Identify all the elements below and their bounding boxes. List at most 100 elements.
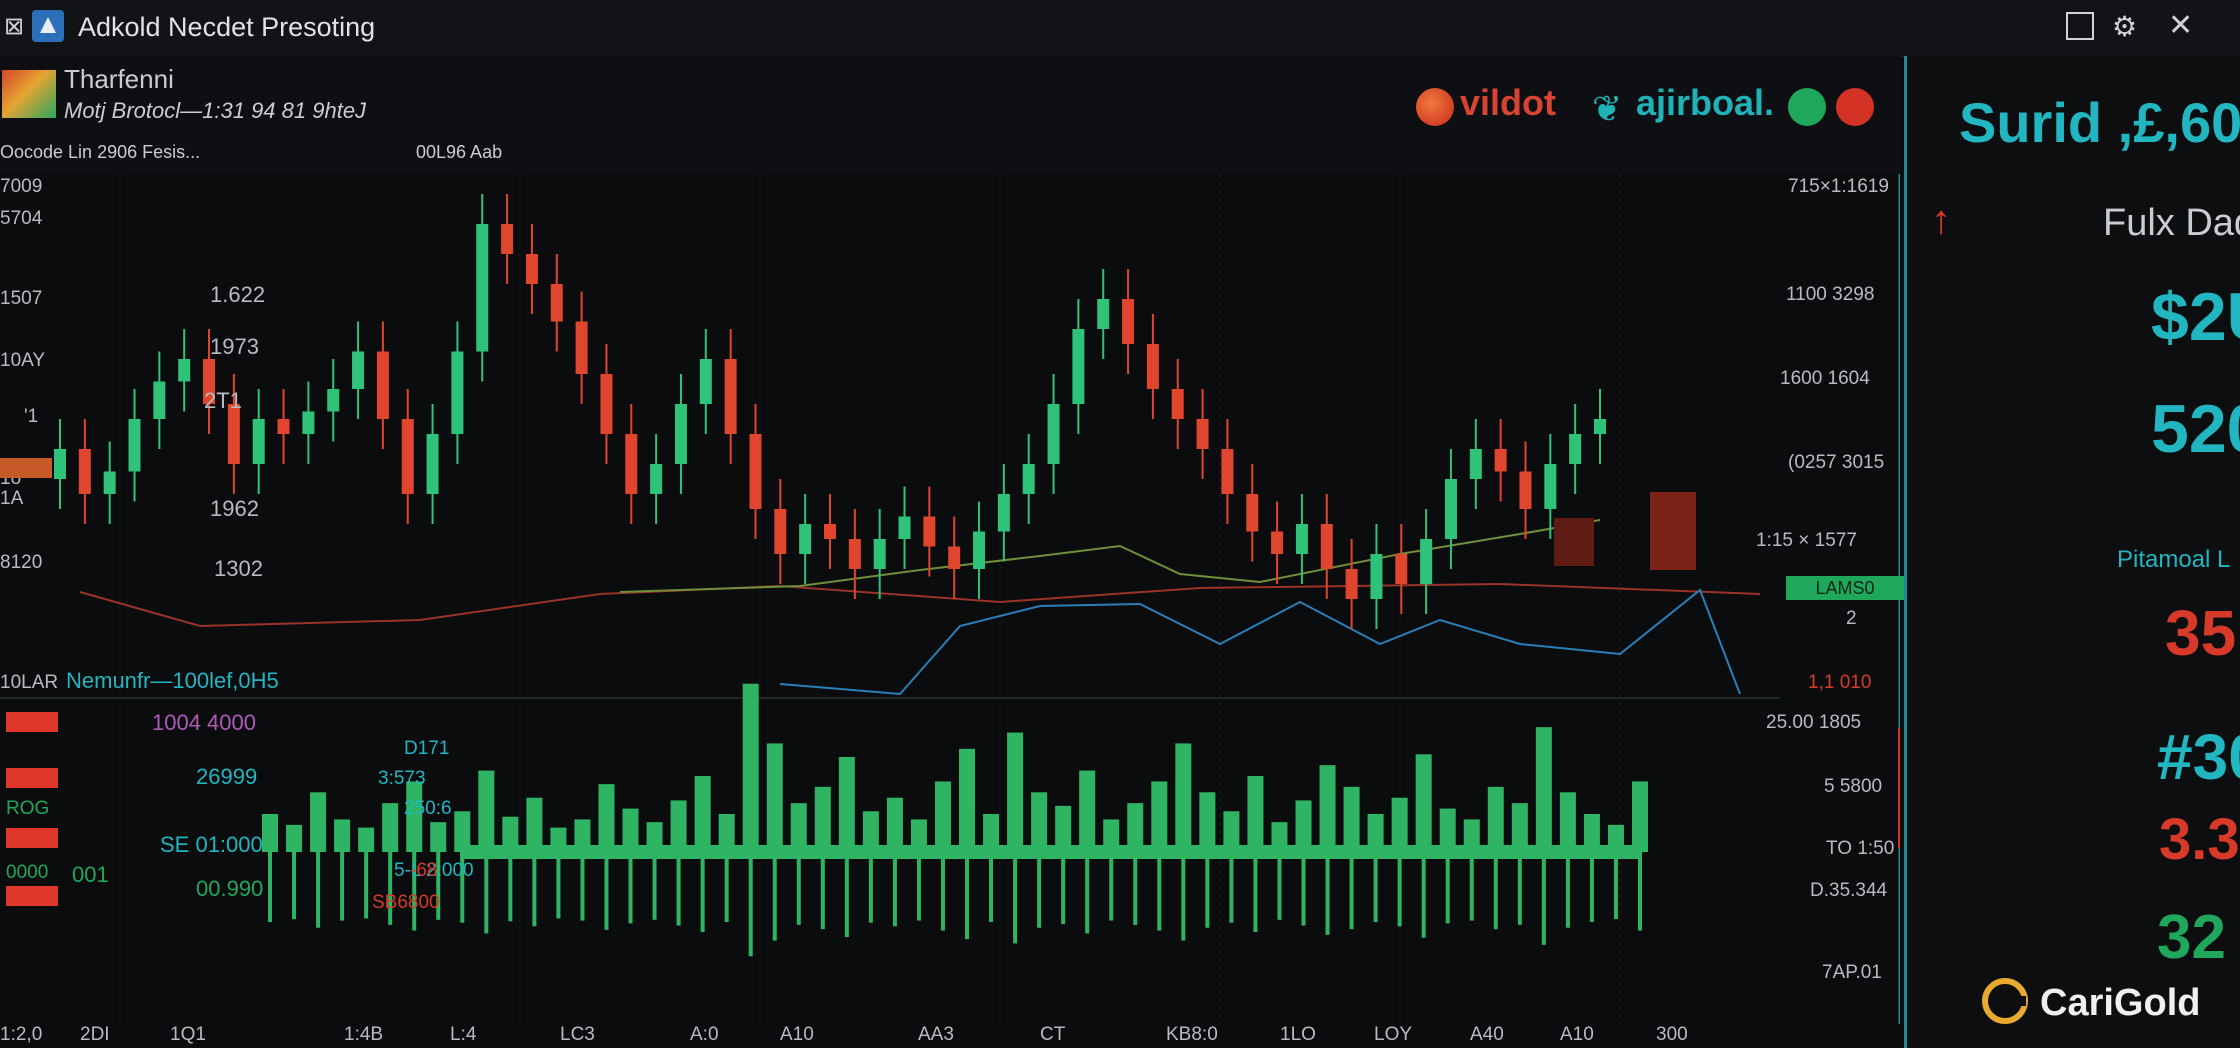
candle-body — [948, 546, 961, 569]
candle-body — [650, 464, 663, 494]
price-tag — [0, 458, 52, 478]
candle-body — [1370, 554, 1383, 599]
price-chart[interactable] — [0, 174, 1900, 1024]
candle-body — [973, 531, 986, 569]
candles — [54, 194, 1606, 629]
panel-value-1: $2U — [2151, 279, 2240, 355]
symbol-name: Tharfenni — [64, 64, 174, 94]
candle-body — [1569, 434, 1582, 464]
candle-body — [178, 359, 191, 382]
volume-bar — [886, 797, 903, 852]
left-axis-label: 5704 — [0, 208, 43, 229]
volume-bar — [1247, 776, 1264, 852]
left-tag-label: 0000 — [6, 862, 49, 883]
volume-bar-negative — [1349, 852, 1354, 930]
right-axis-red-marker — [1898, 728, 1900, 848]
x-axis-label: AA3 — [918, 1024, 954, 1045]
volume-bar — [1415, 754, 1432, 852]
candle-body — [327, 389, 340, 412]
volume-bar-negative — [724, 852, 729, 922]
volume-bar-negative — [292, 852, 297, 920]
candle-body — [997, 494, 1010, 532]
close-icon[interactable]: ✕ — [2168, 8, 2193, 43]
volume-bar — [1511, 803, 1528, 852]
volume-bar-negative — [1181, 852, 1186, 941]
candle-body — [302, 411, 315, 434]
right-axis-label: 2 — [1846, 608, 1857, 629]
x-axis-label: 2DI — [80, 1024, 110, 1045]
candle-body — [1047, 404, 1060, 464]
settings-icon[interactable]: ⚙ — [2112, 10, 2137, 43]
volume-bar — [718, 814, 735, 852]
volume-bar-negative — [772, 852, 777, 941]
right-axis-label: 25.00 1805 — [1766, 712, 1862, 733]
candle-body — [1519, 471, 1532, 509]
volume-bar — [1295, 800, 1312, 852]
volume-bar-negative — [892, 852, 897, 927]
volume-bar — [1343, 786, 1360, 852]
volume-bar-negative — [1061, 852, 1066, 925]
candle-body — [674, 404, 687, 464]
volume-bar — [1607, 824, 1624, 852]
brand-dot-red — [1416, 88, 1454, 126]
price-tag — [6, 712, 58, 732]
symbol-thumbnail — [2, 70, 56, 118]
volume-bar — [1103, 819, 1120, 852]
candle-body — [1345, 569, 1358, 599]
candle-body — [1171, 389, 1184, 419]
x-axis-label: A10 — [1560, 1024, 1594, 1045]
candle-body — [128, 419, 141, 472]
candle-body — [1221, 449, 1234, 494]
right-axis-label: 715×1:1619 — [1788, 176, 1889, 197]
volume-bar-negative — [556, 852, 561, 919]
volume-bar — [430, 822, 447, 852]
candle-body — [1469, 449, 1482, 479]
info-left: Oocode Lin 2906 Fesis... — [0, 142, 201, 162]
volume-bar — [934, 781, 951, 852]
x-axis-label: LOY — [1374, 1024, 1413, 1045]
candle-body — [873, 539, 886, 569]
volume-bar-negative — [700, 852, 705, 932]
x-axis-label: 1Q1 — [170, 1024, 206, 1045]
candle-body — [1122, 299, 1135, 344]
back-icon[interactable]: ⊠ — [4, 12, 24, 41]
volume-bar — [358, 827, 375, 852]
candle-body — [824, 524, 836, 539]
left-axis-label: 10AY — [0, 350, 46, 371]
volume-bar-negative — [1613, 852, 1618, 920]
volume-bar-negative — [1205, 852, 1210, 928]
volume-label: 001 — [72, 862, 109, 887]
volume-bar-negative — [748, 852, 753, 957]
volume-bar — [502, 816, 519, 852]
left-axis-label: 8120 — [0, 552, 43, 573]
volume-bar — [550, 827, 567, 852]
volume-bar-negative — [676, 852, 681, 926]
volume-bar-negative — [1013, 852, 1018, 944]
volume-bar-negative — [1253, 852, 1258, 932]
volume-bar-negative — [1109, 852, 1114, 921]
panel-value-4: #30 — [2157, 721, 2240, 793]
status-dot-green — [1788, 88, 1826, 126]
left-axis-label: '1 — [24, 406, 39, 427]
left-axis-label: 10LAR — [0, 672, 59, 693]
price-tag — [6, 768, 58, 788]
info-mid: 00L96 Aab — [416, 142, 503, 162]
volume-bar-negative — [1229, 852, 1234, 923]
volume-bar-negative — [1421, 852, 1426, 938]
volume-bar-negative — [316, 852, 321, 928]
candle-body — [54, 449, 66, 479]
volume-bar-negative — [916, 852, 921, 921]
volume-label: SB6800 — [372, 892, 440, 913]
candle-body — [1494, 449, 1507, 472]
volume-bar — [1055, 805, 1072, 852]
candle-body — [1594, 419, 1606, 434]
moving-average-red — [79, 582, 1761, 628]
x-axis-label: 1:4B — [344, 1024, 384, 1045]
volume-title: Nemunfr—100lef,0H5 — [66, 668, 279, 693]
volume-bar-negative — [1301, 852, 1306, 926]
volume-bar — [742, 683, 759, 852]
restore-icon[interactable] — [2066, 12, 2094, 40]
candle-body — [699, 359, 712, 404]
volume-bar — [1127, 803, 1144, 852]
volume-bar — [694, 776, 711, 852]
